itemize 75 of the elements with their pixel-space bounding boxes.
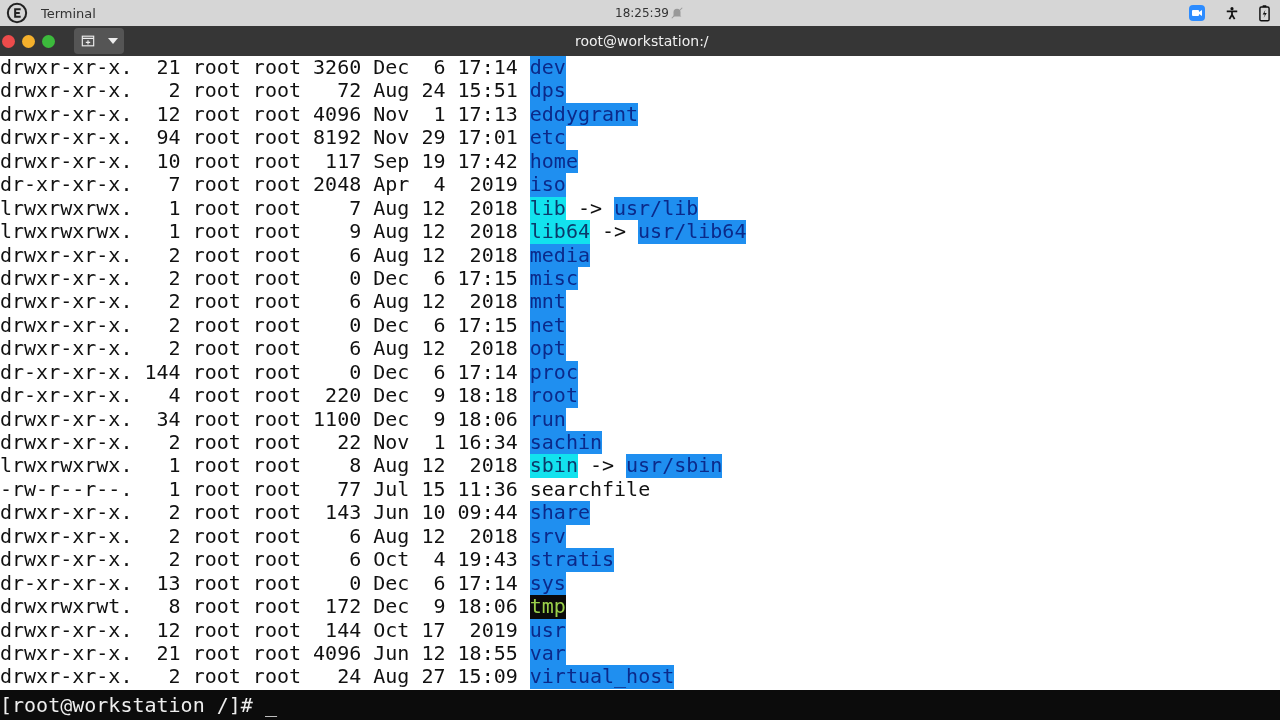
text-cursor: _ (264, 693, 277, 717)
file-details: dr-xr-xr-x. 7 root root 2048 Apr 4 2019 (0, 173, 518, 197)
file-details: drwxr-xr-x. 12 root root 144 Oct 17 2019 (0, 618, 518, 642)
file-details: dr-xr-xr-x. 13 root root 0 Dec 6 17:14 (0, 571, 518, 596)
file-details: drwxr-xr-x. 2 root root 6 Aug 12 2018 (0, 337, 518, 361)
file-details: -rw-r--r--. 1 root root 77 Jul 15 11:36 (0, 477, 518, 502)
file-name: sachin (529, 431, 602, 455)
file-name: misc (529, 266, 578, 291)
maximize-button[interactable] (42, 34, 55, 48)
file-details: drwxr-xr-x. 34 root root 1100 Dec 9 18:06 (0, 407, 518, 431)
file-name: etc (529, 126, 566, 150)
logo-icon[interactable] (6, 2, 28, 24)
file-details: drwxr-xr-x. 2 root root 143 Jun 10 09:44 (0, 501, 518, 525)
link-target: usr/lib64 (638, 220, 747, 244)
link-arrow: -> (589, 454, 615, 478)
battery-icon[interactable] (1259, 4, 1270, 22)
link-arrow: -> (577, 196, 602, 221)
file-details: drwxr-xr-x. 2 root root 6 Oct 4 19:43 (0, 548, 518, 572)
file-details: drwxr-xr-x. 21 root root 3260 Dec 6 17:14 (0, 56, 518, 80)
file-details: drwxr-xr-x. 2 root root 6 Aug 12 2018 (0, 243, 518, 267)
file-details: drwxr-xr-x. 94 root root 8192 Nov 29 17:01 (0, 126, 518, 150)
file-details: lrwxrwxrwx. 1 root root 7 Aug 12 2018 (0, 196, 518, 221)
accessibility-icon[interactable] (1225, 5, 1239, 21)
file-details: drwxr-xr-x. 2 root root 6 Aug 12 2018 (0, 524, 518, 549)
file-details: drwxr-xr-x. 2 root root 24 Aug 27 15:09 (0, 665, 518, 689)
new-tab-control[interactable] (74, 28, 124, 54)
file-details: drwxr-xr-x. 2 root root 22 Nov 1 16:34 (0, 431, 518, 455)
close-button[interactable] (2, 34, 15, 48)
file-name: tmp (529, 595, 566, 619)
file-details: drwxrwxrwt. 8 root root 172 Dec 9 18:06 (0, 595, 518, 619)
file-name: root (529, 384, 578, 408)
file-name: lib (529, 196, 566, 221)
file-details: drwxr-xr-x. 2 root root 72 Aug 24 15:51 (0, 79, 518, 103)
clock[interactable]: 18:25:39 (615, 6, 669, 20)
file-name: net (529, 313, 566, 338)
file-name: opt (529, 337, 566, 361)
file-details: lrwxrwxrwx. 1 root root 9 Aug 12 2018 (0, 220, 518, 244)
file-name: home (529, 149, 578, 174)
file-details: lrwxrwxrwx. 1 root root 8 Aug 12 2018 (0, 454, 518, 478)
file-details: drwxr-xr-x. 21 root root 4096 Jun 12 18:55 (0, 641, 518, 666)
file-name: run (529, 407, 566, 431)
file-details: dr-xr-xr-x. 144 root root 0 Dec 6 17:14 (0, 360, 518, 385)
file-name: usr (529, 618, 566, 642)
link-arrow: -> (602, 220, 627, 244)
file-name: dps (529, 79, 566, 103)
file-name: stratis (529, 548, 615, 572)
file-name: iso (529, 173, 566, 197)
file-name: eddygrant (529, 102, 639, 127)
file-name: proc (529, 360, 578, 385)
file-name: sbin (529, 454, 578, 478)
link-target: usr/lib (614, 196, 699, 221)
shell-prompt: [root@workstation /]# (0, 693, 253, 717)
file-name: searchfile (529, 477, 651, 502)
new-tab-icon[interactable] (80, 34, 95, 48)
file-name: share (529, 501, 590, 525)
minimize-button[interactable] (22, 34, 35, 48)
file-details: drwxr-xr-x. 2 root root 0 Dec 6 17:15 (0, 313, 518, 338)
file-name: dev (529, 56, 566, 80)
file-name: mnt (529, 290, 566, 314)
file-details: dr-xr-xr-x. 4 root root 220 Dec 9 18:18 (0, 384, 518, 408)
caret-icon[interactable] (107, 38, 118, 44)
file-name: sys (529, 571, 566, 596)
file-details: drwxr-xr-x. 10 root root 117 Sep 19 17:42 (0, 149, 518, 174)
file-name: srv (529, 524, 566, 549)
file-details: drwxr-xr-x. 12 root root 4096 Nov 1 17:13 (0, 102, 518, 127)
window-title: root@workstation:/ (575, 33, 709, 49)
file-name: media (529, 243, 590, 267)
file-name: virtual_host (529, 665, 675, 689)
app-name[interactable]: Terminal (41, 5, 96, 21)
file-details: drwxr-xr-x. 2 root root 6 Aug 12 2018 (0, 290, 518, 314)
file-name: var (529, 641, 566, 666)
file-name: lib64 (529, 220, 590, 244)
video-camera-icon[interactable] (1189, 5, 1205, 21)
file-details: drwxr-xr-x. 2 root root 0 Dec 6 17:15 (0, 266, 518, 291)
link-target: usr/sbin (626, 454, 723, 478)
